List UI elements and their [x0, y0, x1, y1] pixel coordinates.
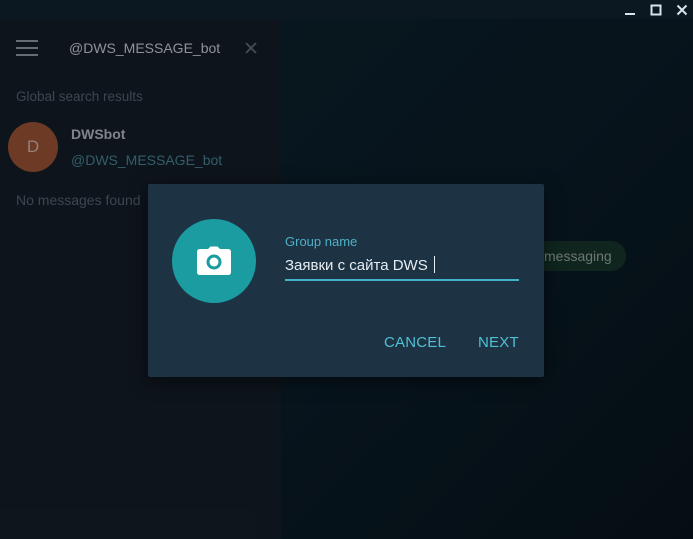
- title-bar: [0, 0, 693, 19]
- group-name-input[interactable]: [285, 254, 517, 276]
- minimize-button[interactable]: [617, 0, 643, 19]
- next-button[interactable]: NEXT: [478, 334, 519, 351]
- camera-icon: [197, 246, 231, 275]
- maximize-button[interactable]: [643, 0, 669, 19]
- set-photo-button[interactable]: [172, 219, 256, 303]
- create-group-dialog: Group name CANCEL NEXT: [148, 184, 544, 377]
- close-icon: [676, 4, 688, 15]
- input-underline: [285, 279, 519, 281]
- close-button[interactable]: [669, 0, 693, 19]
- maximize-icon: [650, 4, 662, 15]
- text-caret: [434, 256, 435, 273]
- minimize-icon: [625, 12, 635, 15]
- telegram-window: Global search results D DWSbot @DWS_MESS…: [0, 0, 693, 539]
- group-name-label: Group name: [285, 234, 358, 249]
- cancel-button[interactable]: CANCEL: [384, 334, 446, 351]
